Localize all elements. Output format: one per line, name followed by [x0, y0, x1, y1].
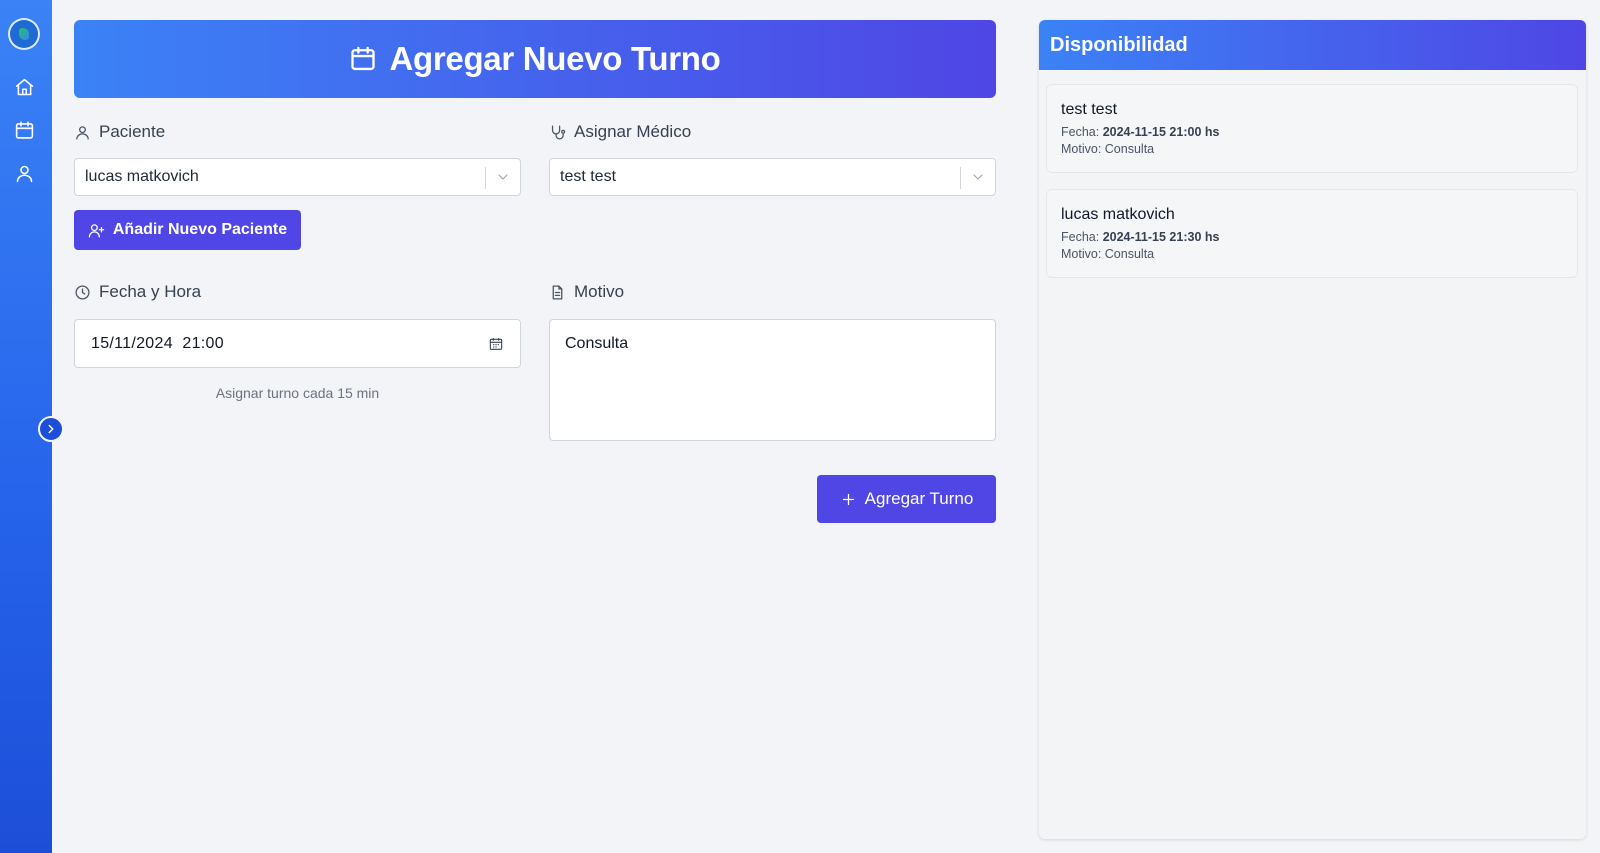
page-title: Agregar Nuevo Turno — [389, 40, 721, 77]
sidebar-toggle-button[interactable] — [38, 416, 64, 442]
availability-card[interactable]: test test Fecha: 2024-11-15 21:00 hs Mot… — [1046, 84, 1578, 173]
user-icon[interactable] — [12, 161, 36, 185]
reason-textarea[interactable]: Consulta — [549, 319, 996, 441]
add-patient-button[interactable]: Añadir Nuevo Paciente — [74, 210, 301, 250]
availability-card-reason: Motivo: Consulta — [1061, 142, 1155, 156]
availability-card-name: test test — [1061, 101, 1118, 118]
page-header: Agregar Nuevo Turno — [74, 20, 996, 98]
availability-card-date: Fecha: 2024-11-15 21:00 hs — [1061, 125, 1220, 139]
chevron-right-icon — [48, 424, 54, 434]
datetime-hint: Asignar turno cada 15 min — [215, 385, 380, 401]
user-plus-icon — [88, 223, 105, 238]
home-icon[interactable] — [12, 75, 36, 99]
datetime-input[interactable]: 15/11/2024 21:00 — [74, 319, 521, 368]
availability-card[interactable]: lucas matkovich Fecha: 2024-11-15 21:30 … — [1046, 189, 1578, 278]
user-icon — [76, 125, 89, 140]
availability-panel: Disponibilidad test test Fecha: 2024-11-… — [1039, 20, 1586, 839]
doctor-label: Asignar Médico — [549, 122, 691, 142]
patient-label: Paciente — [74, 122, 165, 142]
reason-value: Consulta — [565, 335, 629, 352]
app-logo[interactable] — [8, 18, 40, 50]
clock-icon — [75, 284, 90, 300]
reason-label: Motivo — [549, 282, 624, 302]
doctor-select-value: test test — [560, 168, 617, 185]
document-icon — [552, 284, 563, 300]
select-separator — [485, 167, 486, 189]
datetime-label: Fecha y Hora — [74, 282, 201, 302]
patient-select[interactable]: lucas matkovich — [74, 158, 521, 196]
select-separator — [960, 167, 961, 189]
datetime-value: 15/11/2024 21:00 — [91, 335, 224, 352]
chevron-down-icon[interactable] — [495, 169, 511, 185]
stethoscope-icon — [551, 124, 566, 140]
plus-icon — [842, 493, 854, 505]
patient-select-value: lucas matkovich — [85, 168, 199, 185]
availability-card-name: lucas matkovich — [1061, 206, 1175, 223]
chevron-down-icon[interactable] — [970, 169, 986, 185]
calendar-picker-icon[interactable] — [488, 336, 504, 352]
availability-title: Disponibilidad — [1050, 33, 1188, 56]
doctor-select[interactable]: test test — [549, 158, 996, 196]
calendar-icon — [351, 46, 376, 71]
calendar-icon[interactable] — [12, 118, 36, 142]
availability-card-reason: Motivo: Consulta — [1061, 247, 1155, 261]
add-appointment-button[interactable]: Agregar Turno — [817, 475, 996, 523]
availability-card-date: Fecha: 2024-11-15 21:30 hs — [1061, 230, 1220, 244]
availability-header: Disponibilidad — [1039, 20, 1586, 70]
